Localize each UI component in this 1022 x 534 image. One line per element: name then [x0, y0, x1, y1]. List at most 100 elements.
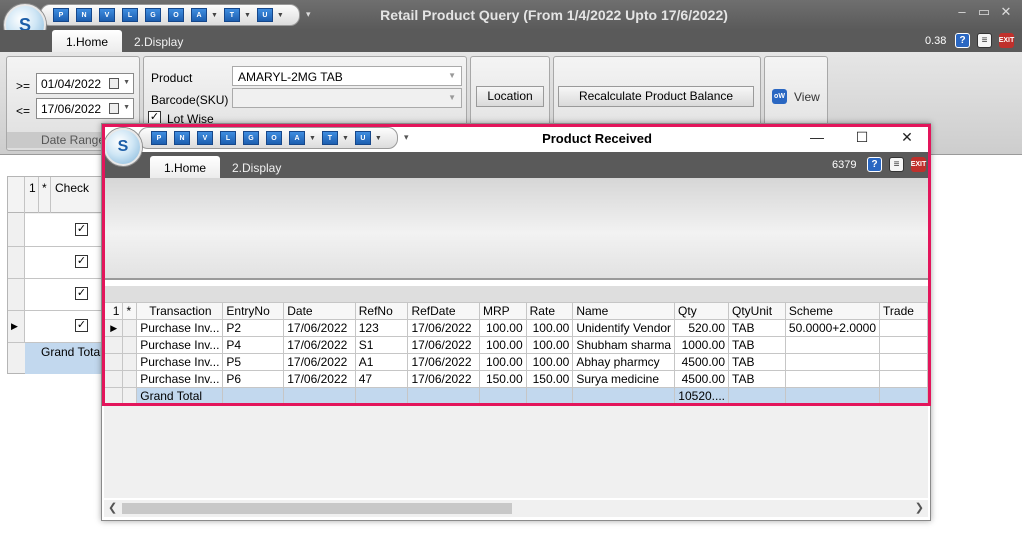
col-mrp[interactable]: MRP [478, 302, 527, 320]
quick-t-button[interactable]: T [321, 131, 338, 145]
dialog-app-logo[interactable]: S [104, 128, 142, 166]
chevron-down-icon[interactable]: ▼ [448, 71, 456, 80]
total-blank [283, 387, 356, 405]
quick-l-button[interactable]: L [220, 131, 236, 145]
chevron-down-icon[interactable]: ▼ [309, 135, 316, 142]
col-transaction[interactable]: Transaction [136, 302, 224, 320]
col-ref-date[interactable]: RefDate [407, 302, 480, 320]
quick-v-button[interactable]: V [197, 131, 213, 145]
trade-cell [879, 353, 928, 371]
scroll-right-icon[interactable]: ❯ [915, 501, 924, 514]
quick-g-button[interactable]: G [243, 131, 259, 145]
quick-l-button[interactable]: L [122, 8, 138, 22]
customize-toolbar-icon[interactable]: ▾ [404, 132, 409, 143]
exit-icon[interactable]: EXIT [911, 157, 926, 172]
help-icon[interactable]: ? [955, 33, 970, 48]
entry-no-cell: P6 [222, 370, 285, 388]
dialog-close-button[interactable]: ✕ [897, 129, 917, 146]
col-num[interactable]: 1 [103, 302, 124, 320]
view-icon[interactable]: oW [772, 89, 787, 104]
calendar-icon[interactable] [109, 78, 119, 89]
document-icon[interactable]: ≡ [889, 157, 904, 172]
quick-u-button[interactable]: U [354, 131, 371, 145]
tab-display[interactable]: 2.Display [120, 30, 197, 52]
recalculate-balance-button[interactable]: Recalculate Product Balance [558, 86, 754, 107]
quick-g-button[interactable]: G [145, 8, 161, 22]
chevron-down-icon[interactable]: ▼ [123, 79, 130, 86]
entry-no-cell: P4 [222, 336, 285, 354]
col-rate[interactable]: Rate [525, 302, 574, 320]
help-icon[interactable]: ? [867, 157, 882, 172]
scroll-thumb[interactable] [122, 503, 512, 514]
row-check-checkbox[interactable]: ✓ [75, 287, 88, 300]
chevron-down-icon[interactable]: ▼ [123, 104, 130, 111]
chevron-down-icon[interactable]: ▼ [342, 135, 349, 142]
chevron-down-icon[interactable]: ▼ [277, 12, 284, 19]
location-button[interactable]: Location [476, 86, 544, 107]
col-name[interactable]: Name [572, 302, 676, 320]
grid-divider [8, 246, 106, 247]
quick-u-button[interactable]: U [256, 8, 273, 22]
quick-a-button[interactable]: A [191, 8, 207, 22]
transaction-cell: Purchase Inv... [136, 319, 224, 337]
horizontal-scrollbar[interactable]: ❮ ❯ [104, 500, 928, 517]
quick-p-button[interactable]: P [53, 8, 69, 22]
document-icon[interactable]: ≡ [977, 33, 992, 48]
current-row-icon: ▶ [103, 319, 124, 337]
dialog-tab-display[interactable]: 2.Display [218, 156, 295, 178]
maximize-button[interactable]: ▭ [974, 4, 994, 20]
chevron-down-icon[interactable]: ▼ [375, 135, 382, 142]
customize-toolbar-icon[interactable]: ▾ [306, 9, 311, 20]
row-check-checkbox[interactable]: ✓ [75, 319, 88, 332]
row-check-checkbox[interactable]: ✓ [75, 255, 88, 268]
product-label: Product [151, 71, 193, 85]
main-col-check[interactable]: Check [55, 181, 89, 195]
quick-o-button[interactable]: O [266, 131, 282, 145]
scroll-left-icon[interactable]: ❮ [108, 501, 117, 514]
tab-home[interactable]: 1.Home [52, 30, 123, 52]
col-scheme[interactable]: Scheme [784, 302, 881, 320]
col-entry-no[interactable]: EntryNo [222, 302, 285, 320]
date-to-picker[interactable]: 17/06/2022 ▼ [36, 98, 134, 119]
exit-icon[interactable]: EXIT [999, 33, 1014, 48]
calendar-icon[interactable] [109, 103, 119, 114]
col-ref-no[interactable]: RefNo [354, 302, 409, 320]
dialog-minimize-button[interactable]: — [807, 129, 827, 145]
ref-date-cell: 17/06/2022 [407, 370, 480, 388]
quick-a-button[interactable]: A [289, 131, 305, 145]
dialog-tab-row: 1.Home 2.Display 6379 ? ≡ EXIT [102, 152, 930, 178]
total-blank [222, 387, 285, 405]
col-date[interactable]: Date [283, 302, 356, 320]
zoom-level: 0.38 [925, 35, 947, 47]
barcode-combo[interactable]: ▼ [232, 88, 462, 108]
quick-p-button[interactable]: P [151, 131, 167, 145]
col-trade[interactable]: Trade [879, 302, 928, 320]
table-row[interactable]: Purchase Inv... P6 17/06/2022 47 17/06/2… [103, 370, 928, 388]
minimize-button[interactable]: – [952, 4, 972, 19]
quick-v-button[interactable]: V [99, 8, 115, 22]
dialog-tab-home[interactable]: 1.Home [150, 156, 221, 178]
mrp-cell: 100.00 [478, 336, 527, 354]
row-check-checkbox[interactable]: ✓ [75, 223, 88, 236]
table-row[interactable]: Purchase Inv... P5 17/06/2022 A1 17/06/2… [103, 353, 928, 371]
quick-n-button[interactable]: N [174, 131, 190, 145]
chevron-down-icon[interactable]: ▼ [448, 93, 456, 102]
col-star[interactable]: * [122, 302, 138, 320]
total-blank [879, 387, 928, 405]
view-button[interactable]: View [794, 90, 820, 104]
date-from-picker[interactable]: 01/04/2022 ▼ [36, 73, 134, 94]
chevron-down-icon[interactable]: ▼ [244, 12, 251, 19]
product-combo[interactable]: AMARYL-2MG TAB ▼ [232, 66, 462, 86]
quick-n-button[interactable]: N [76, 8, 92, 22]
col-qty-unit[interactable]: QtyUnit [728, 302, 786, 320]
quick-t-button[interactable]: T [223, 8, 240, 22]
chevron-down-icon[interactable]: ▼ [211, 12, 218, 19]
main-col-num: 1 [29, 181, 36, 195]
col-qty[interactable]: Qty [674, 302, 730, 320]
table-row[interactable]: ▶ Purchase Inv... P2 17/06/2022 123 17/0… [103, 319, 928, 337]
close-button[interactable]: ✕ [996, 4, 1016, 20]
dialog-maximize-button[interactable]: ☐ [852, 129, 872, 146]
table-row[interactable]: Purchase Inv... P4 17/06/2022 S1 17/06/2… [103, 336, 928, 354]
total-blank [354, 387, 409, 405]
quick-o-button[interactable]: O [168, 8, 184, 22]
